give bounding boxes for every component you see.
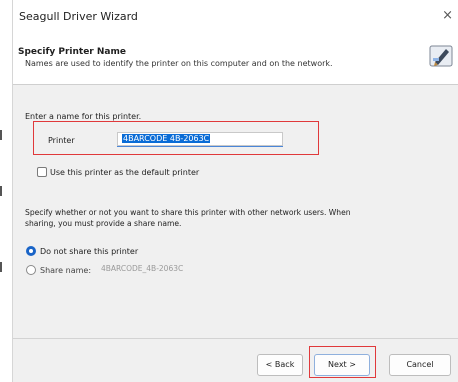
background-edge-mark: [0, 130, 2, 140]
next-button[interactable]: Next >: [314, 354, 370, 376]
close-icon[interactable]: ×: [442, 8, 453, 23]
share-prompt-line2: sharing, you must provide a share name.: [25, 219, 182, 228]
page-title: Specify Printer Name: [18, 47, 126, 57]
window-title: Seagull Driver Wizard: [19, 10, 138, 23]
title-bar: Seagull Driver Wizard ×: [13, 0, 458, 36]
wizard-window: Seagull Driver Wizard × Specify Printer …: [12, 0, 458, 382]
printer-wizard-icon: [429, 45, 453, 67]
share-name-label: Share name:: [40, 266, 92, 275]
cancel-button[interactable]: Cancel: [389, 354, 451, 376]
background-edge-mark: [0, 186, 2, 196]
background-edge-mark: [0, 262, 2, 272]
do-not-share-label: Do not share this printer: [40, 247, 139, 256]
do-not-share-radio[interactable]: [26, 246, 36, 256]
input-focus-underline: [117, 146, 283, 147]
printer-name-input[interactable]: 4BARCODE 4B-2063C: [117, 132, 283, 146]
share-prompt-line1: Specify whether or not you want to share…: [25, 208, 351, 217]
share-name-input[interactable]: 4BARCODE_4B-2063C: [97, 262, 261, 276]
page-subtitle: Names are used to identify the printer o…: [25, 59, 333, 68]
share-name-radio[interactable]: [26, 265, 36, 275]
wizard-content: Enter a name for this printer. Printer 4…: [13, 85, 458, 338]
footer-divider: [13, 338, 458, 339]
printer-name-prompt: Enter a name for this printer.: [25, 112, 142, 121]
default-printer-label: Use this printer as the default printer: [50, 168, 200, 177]
back-button[interactable]: < Back: [257, 354, 303, 376]
wizard-header: Specify Printer Name Names are used to i…: [13, 36, 458, 85]
default-printer-checkbox[interactable]: [37, 167, 47, 177]
printer-label: Printer: [48, 136, 75, 145]
printer-name-value: 4BARCODE 4B-2063C: [122, 134, 211, 143]
